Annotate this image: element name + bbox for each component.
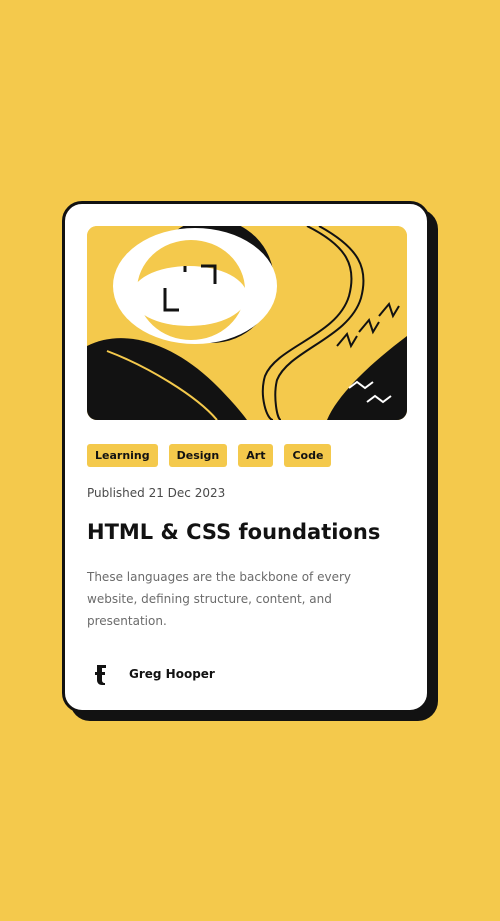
card-title[interactable]: HTML & CSS foundations: [87, 520, 380, 544]
tag-learning[interactable]: Learning: [87, 444, 158, 467]
author: Greg Hooper: [87, 660, 215, 688]
author-name: Greg Hooper: [129, 667, 215, 681]
tag-art[interactable]: Art: [238, 444, 274, 467]
tag-list: Learning Design Art Code: [87, 444, 332, 467]
hero-image: [87, 226, 407, 420]
card-description: These languages are the backbone of ever…: [87, 570, 351, 628]
abstract-illustration-icon: [87, 226, 407, 420]
tag-design[interactable]: Design: [168, 444, 228, 467]
avatar-icon: [87, 660, 115, 688]
blog-preview-card: Learning Design Art Code Published 21 De…: [62, 201, 430, 713]
published-date: Published 21 Dec 2023: [87, 486, 226, 500]
tag-code[interactable]: Code: [284, 444, 332, 467]
